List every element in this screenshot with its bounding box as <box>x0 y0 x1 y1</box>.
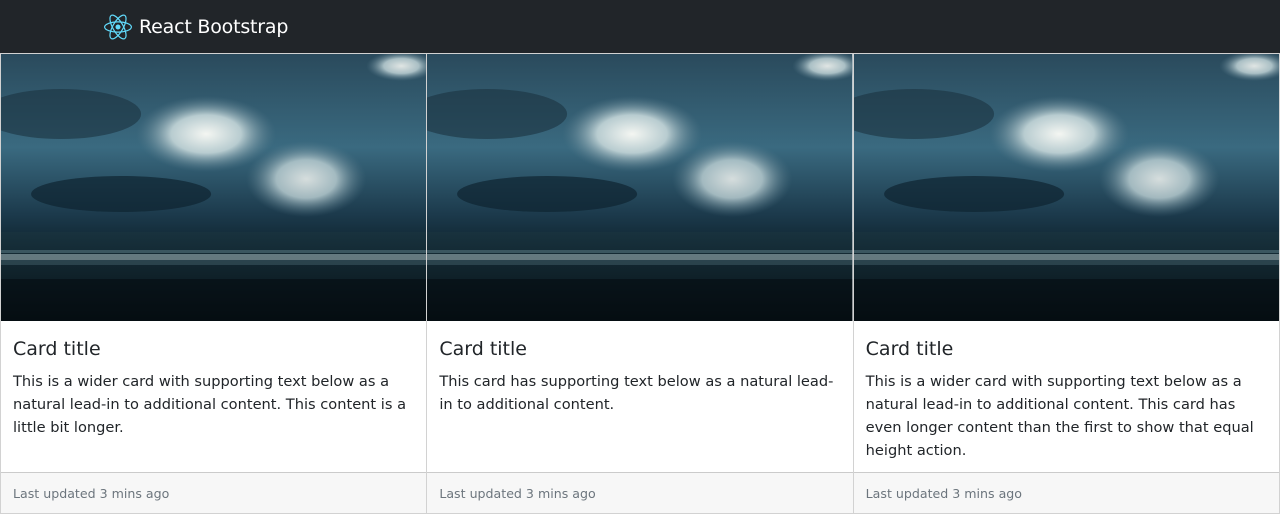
card-footer-text: Last updated 3 mins ago <box>13 485 170 501</box>
card-title: Card title <box>439 338 527 360</box>
card-image <box>853 54 1279 321</box>
card-footer: Last updated 3 mins ago <box>427 472 853 513</box>
card-footer-text: Last updated 3 mins ago <box>865 485 1023 501</box>
card-image <box>1 54 427 321</box>
card-text: This card has supporting text below as a… <box>439 372 834 413</box>
card-footer: Last updated 3 mins ago <box>1 472 427 513</box>
card-body: Card title This is a wider card with sup… <box>854 321 1279 472</box>
navbar: React Bootstrap <box>0 0 1280 53</box>
brand-text: React Bootstrap <box>139 15 289 38</box>
card-text: This is a wider card with supporting tex… <box>13 372 407 436</box>
card-footer-text: Last updated 3 mins ago <box>439 485 596 501</box>
card-group: Card title This is a wider card with sup… <box>0 53 1280 514</box>
react-atom-icon <box>104 14 132 39</box>
card-title: Card title <box>13 338 101 360</box>
card-image <box>427 54 853 321</box>
ocean-sky-image <box>853 54 1279 321</box>
card-title: Card title <box>865 338 954 360</box>
card-text: This is a wider card with supporting tex… <box>865 372 1254 459</box>
card-body: Card title This is a wider card with sup… <box>1 321 426 472</box>
ocean-sky-image <box>427 54 853 321</box>
card: Card title This is a wider card with sup… <box>853 53 1280 514</box>
card: Card title This is a wider card with sup… <box>0 53 428 514</box>
card: Card title This card has supporting text… <box>427 53 854 514</box>
navbar-brand[interactable]: React Bootstrap <box>104 13 288 41</box>
card-footer: Last updated 3 mins ago <box>853 472 1279 513</box>
ocean-sky-image <box>1 54 427 321</box>
card-body: Card title This card has supporting text… <box>427 321 852 472</box>
